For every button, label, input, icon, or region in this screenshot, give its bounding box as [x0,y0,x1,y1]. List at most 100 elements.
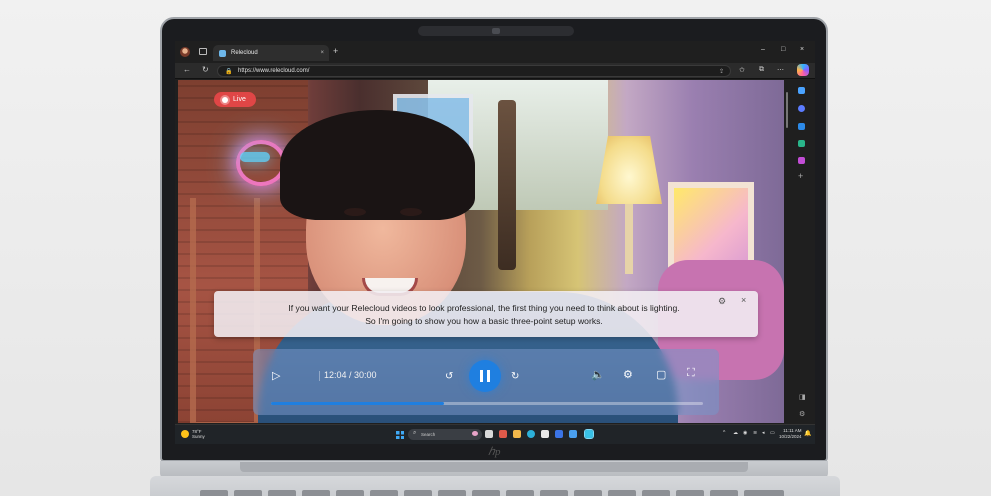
laptop-hinge [240,462,748,472]
more-menu-icon[interactable]: ⋯ [777,66,784,74]
person-left-eye [344,208,366,216]
weather-widget[interactable]: 78°F Sunny [192,429,205,439]
fullscreen-button[interactable]: ⛶ [687,367,695,380]
edge-icon[interactable] [527,430,535,438]
live-label: Live [233,96,246,103]
tray-cloud-icon[interactable]: ☁ [733,430,738,436]
video-player[interactable]: Live If you want your Relecloud videos t… [178,80,784,423]
collections-icon[interactable]: ⧉ [759,66,764,74]
lock-icon: 🔒 [225,69,233,75]
keyboard-key [370,490,398,496]
app-icon-blue[interactable] [555,430,563,438]
tab-actions-icon[interactable] [199,48,207,55]
profile-avatar[interactable] [180,47,190,57]
windows-taskbar: 78°F Sunny ⌕ Search ^ ☁ ◉ ≋ ◂ ▭ 11:11 AM… [175,424,815,444]
keyboard-key [472,490,500,496]
scroll-thumb[interactable] [786,92,788,128]
pause-button[interactable] [469,360,501,392]
tray-app-icon[interactable]: ◉ [743,430,747,436]
maximize-button[interactable]: □ [781,46,785,53]
caption-close-button[interactable]: × [741,295,746,305]
relecloud-favicon-icon [219,49,226,57]
play-button[interactable]: ▷ [272,369,280,382]
person-hair [280,110,475,220]
person-right-eye [400,208,422,216]
back-button[interactable]: ← [183,65,191,74]
tray-chevron-icon[interactable]: ^ [723,430,725,436]
url-text: https://www.relecloud.com/ [238,68,310,74]
guitar-background [498,100,516,270]
volume-button[interactable]: 🔈 [591,368,605,381]
forward-10-button[interactable]: ↻ [511,371,519,382]
neon-sign-accent [240,152,270,162]
weather-desc: Sunny [192,434,205,439]
taskbar-clock[interactable]: 11:11 AM 10/22/2024 [779,428,802,440]
widgets-icon[interactable] [499,430,507,438]
live-caption-panel: If you want your Relecloud videos to loo… [214,291,758,337]
pause-icon [480,370,490,382]
tab-close-button[interactable]: × [320,50,324,56]
sidebar-settings-icon[interactable]: ⚙ [799,410,805,418]
speaker-icon[interactable]: ◂ [762,430,765,436]
store-icon[interactable] [541,430,549,438]
sidebar-search-icon[interactable] [798,87,805,94]
minimize-button[interactable]: – [761,46,765,53]
caption-text: If you want your Relecloud videos to loo… [288,303,680,326]
taskbar-search[interactable]: ⌕ Search [408,429,482,440]
settings-button[interactable]: ⚙ [623,368,633,381]
address-bar[interactable]: 🔒 https://www.relecloud.com/ ⇪ [217,65,731,77]
app-icon-teams[interactable] [569,430,577,438]
copilot-icon[interactable] [797,64,809,76]
browser-tab[interactable]: Relecloud × [213,45,329,61]
keyboard-key [642,490,670,496]
tab-title: Relecloud [231,50,258,56]
keyboard-key [574,490,602,496]
keyboard-key [506,490,534,496]
webcam-icon [492,28,500,34]
sun-icon[interactable] [181,430,189,438]
app-icon-active[interactable] [584,429,594,439]
start-button[interactable] [396,431,404,439]
video-controls: ▷ 12:04 / 30:00 ↺ ↻ 🔈 ⚙ ▢ ⛶ [253,349,719,415]
battery-icon[interactable]: ▭ [770,430,775,436]
file-explorer-icon[interactable] [513,430,521,438]
notification-bell-icon[interactable]: 🔔 [804,430,811,437]
read-aloud-icon[interactable]: ⇪ [719,68,724,75]
sidebar-layout-icon[interactable]: ◨ [799,393,806,401]
refresh-button[interactable]: ↻ [202,65,209,74]
desk-scene: Relecloud × + – □ × ← ↻ 🔒 https://www.re… [0,0,991,496]
keyboard-key [336,490,364,496]
keyboard-key [438,490,466,496]
new-tab-button[interactable]: + [333,46,338,56]
rewind-10-button[interactable]: ↺ [445,371,453,382]
keyboard-key [710,490,738,496]
search-placeholder: Search [421,431,436,437]
favorites-icon[interactable]: ✩ [739,66,745,74]
keyboard-key [404,490,432,496]
search-highlight-icon [472,431,478,436]
progress-bar[interactable] [271,402,703,405]
wifi-icon[interactable]: ≋ [753,430,757,436]
sidebar-add-button[interactable]: + [798,171,803,181]
keyboard-key [744,490,784,496]
clock-date: 10/22/2024 [779,434,802,439]
lamp-stem [625,204,633,274]
close-window-button[interactable]: × [800,46,804,53]
caption-settings-button[interactable]: ⚙ [718,296,726,307]
keyboard-key [200,490,228,496]
progress-fill [271,402,444,405]
sidebar-designer-icon[interactable] [798,157,805,164]
sidebar-outlook-icon[interactable] [798,123,805,130]
controls-divider [319,371,320,381]
sidebar-tools-icon[interactable] [798,140,805,147]
browser-sidebar: + ◨ ⚙ [789,79,815,444]
page-scrollbar[interactable] [785,80,789,423]
miniplayer-button[interactable]: ▢ [656,368,666,381]
task-view-icon[interactable] [485,430,493,438]
search-icon: ⌕ [413,430,417,436]
laptop-screen: Relecloud × + – □ × ← ↻ 🔒 https://www.re… [175,41,815,444]
sidebar-games-icon[interactable] [798,105,805,112]
neon-sign [236,140,286,186]
keyboard-key [676,490,704,496]
keyboard-key [268,490,296,496]
